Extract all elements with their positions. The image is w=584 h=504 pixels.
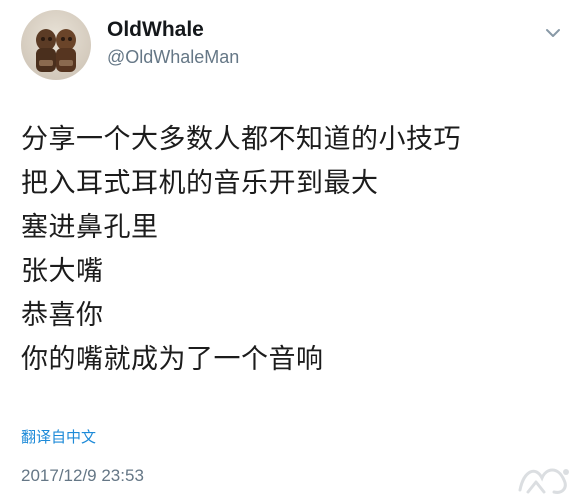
tweet-line: 把入耳式耳机的音乐开到最大 (21, 168, 379, 199)
author-handle[interactable]: @OldWhaleMan (107, 46, 239, 68)
avatar[interactable] (21, 10, 91, 80)
tweet-menu-button[interactable] (542, 22, 564, 44)
tweet-card: OldWhale @OldWhaleMan 分享一个大多数人都不知道的小技巧 把… (0, 0, 584, 504)
author-display-name[interactable]: OldWhale (107, 18, 239, 42)
tweet-line: 你的嘴就成为了一个音响 (21, 344, 324, 375)
tweet-line: 恭喜你 (21, 300, 104, 331)
author-block[interactable]: OldWhale @OldWhaleMan (107, 18, 239, 68)
tweet-line: 塞进鼻孔里 (21, 212, 159, 243)
tweet-line: 分享一个大多数人都不知道的小技巧 (21, 124, 461, 155)
watermark-icon (518, 468, 569, 494)
translate-link[interactable]: 翻译自中文 (21, 428, 96, 446)
chevron-down-icon (546, 29, 560, 37)
tweet-text: 分享一个大多数人都不知道的小技巧 把入耳式耳机的音乐开到最大 塞进鼻孔里 张大嘴… (21, 118, 566, 382)
avatar-figures-icon (36, 29, 76, 72)
tweet-timestamp[interactable]: 2017/12/9 23:53 (21, 465, 144, 487)
tweet-line: 张大嘴 (21, 256, 104, 287)
site-watermark-logo (514, 460, 576, 498)
